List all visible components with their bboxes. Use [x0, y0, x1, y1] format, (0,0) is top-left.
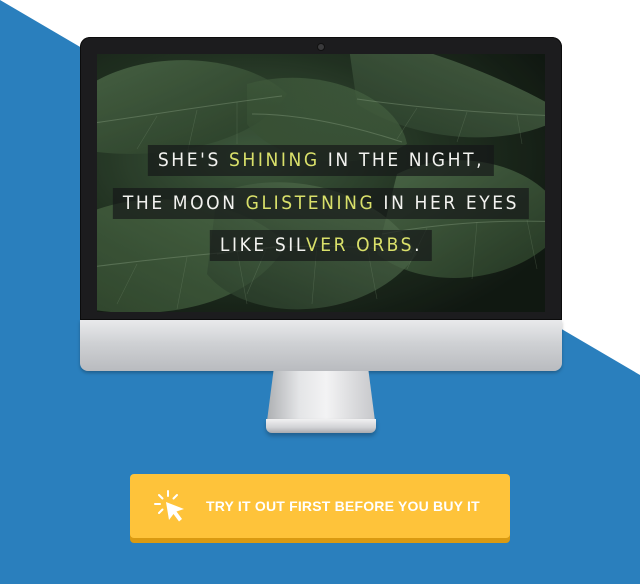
quote-text: . — [414, 234, 423, 256]
quote-text: SHE'S — [157, 149, 229, 171]
screen-quote: SHE'S SHINING IN THE NIGHT, THE MOON GLI… — [97, 54, 545, 312]
quote-text: IN THE NIGHT, — [319, 149, 485, 171]
quote-highlight-text: SHINING — [228, 149, 320, 171]
monitor-stand-neck — [267, 371, 375, 421]
quote-line-2: THE MOON GLISTENING IN HER EYES — [112, 188, 530, 219]
webcam-icon — [317, 43, 325, 51]
cta-label: TRY IT OUT FIRST BEFORE YOU BUY IT — [206, 498, 480, 514]
quote-highlight-text: GLISTENING — [245, 192, 376, 214]
page: SHE'S SHINING IN THE NIGHT, THE MOON GLI… — [0, 0, 640, 584]
quote-line-1: SHE'S SHINING IN THE NIGHT, — [147, 145, 495, 176]
quote-text: THE MOON — [122, 192, 246, 214]
quote-line-3: LIKE SILVER ORBS. — [209, 230, 433, 261]
cursor-click-icon — [154, 490, 184, 522]
monitor-bezel: SHE'S SHINING IN THE NIGHT, THE MOON GLI… — [80, 37, 562, 320]
quote-text: IN HER EYES — [375, 192, 520, 214]
quote-text: LIKE SIL — [219, 234, 306, 256]
desktop-monitor: SHE'S SHINING IN THE NIGHT, THE MOON GLI… — [80, 37, 562, 433]
monitor-stand-base — [266, 419, 376, 433]
quote-highlight-text: VER ORBS — [305, 234, 415, 256]
try-before-buy-button[interactable]: TRY IT OUT FIRST BEFORE YOU BUY IT — [130, 474, 510, 538]
monitor-chin — [80, 320, 562, 371]
monitor-screen: SHE'S SHINING IN THE NIGHT, THE MOON GLI… — [97, 54, 545, 312]
